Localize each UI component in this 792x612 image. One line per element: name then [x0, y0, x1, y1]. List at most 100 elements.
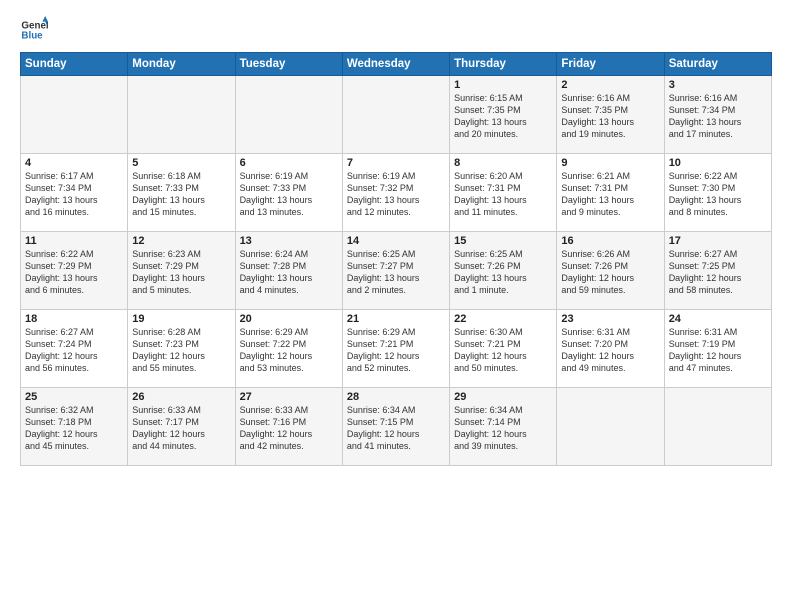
calendar-cell: 8Sunrise: 6:20 AM Sunset: 7:31 PM Daylig… — [450, 154, 557, 232]
day-info: Sunrise: 6:25 AM Sunset: 7:27 PM Dayligh… — [347, 248, 445, 297]
header: General Blue — [20, 16, 772, 44]
calendar-cell: 4Sunrise: 6:17 AM Sunset: 7:34 PM Daylig… — [21, 154, 128, 232]
calendar-cell: 25Sunrise: 6:32 AM Sunset: 7:18 PM Dayli… — [21, 388, 128, 466]
logo-icon: General Blue — [20, 16, 48, 44]
calendar-cell — [664, 388, 771, 466]
calendar-cell: 15Sunrise: 6:25 AM Sunset: 7:26 PM Dayli… — [450, 232, 557, 310]
calendar-cell: 1Sunrise: 6:15 AM Sunset: 7:35 PM Daylig… — [450, 76, 557, 154]
calendar-cell: 12Sunrise: 6:23 AM Sunset: 7:29 PM Dayli… — [128, 232, 235, 310]
calendar-cell: 17Sunrise: 6:27 AM Sunset: 7:25 PM Dayli… — [664, 232, 771, 310]
calendar-cell: 19Sunrise: 6:28 AM Sunset: 7:23 PM Dayli… — [128, 310, 235, 388]
day-number: 15 — [454, 235, 552, 247]
calendar-cell: 13Sunrise: 6:24 AM Sunset: 7:28 PM Dayli… — [235, 232, 342, 310]
day-info: Sunrise: 6:22 AM Sunset: 7:30 PM Dayligh… — [669, 170, 767, 219]
calendar-cell: 16Sunrise: 6:26 AM Sunset: 7:26 PM Dayli… — [557, 232, 664, 310]
calendar-cell: 26Sunrise: 6:33 AM Sunset: 7:17 PM Dayli… — [128, 388, 235, 466]
calendar-cell: 28Sunrise: 6:34 AM Sunset: 7:15 PM Dayli… — [342, 388, 449, 466]
day-info: Sunrise: 6:34 AM Sunset: 7:15 PM Dayligh… — [347, 404, 445, 453]
day-info: Sunrise: 6:26 AM Sunset: 7:26 PM Dayligh… — [561, 248, 659, 297]
day-of-week-header: Thursday — [450, 53, 557, 76]
day-info: Sunrise: 6:22 AM Sunset: 7:29 PM Dayligh… — [25, 248, 123, 297]
day-number: 21 — [347, 313, 445, 325]
calendar-cell: 23Sunrise: 6:31 AM Sunset: 7:20 PM Dayli… — [557, 310, 664, 388]
day-info: Sunrise: 6:34 AM Sunset: 7:14 PM Dayligh… — [454, 404, 552, 453]
calendar-cell: 3Sunrise: 6:16 AM Sunset: 7:34 PM Daylig… — [664, 76, 771, 154]
day-number: 28 — [347, 391, 445, 403]
calendar-cell: 7Sunrise: 6:19 AM Sunset: 7:32 PM Daylig… — [342, 154, 449, 232]
calendar-cell — [21, 76, 128, 154]
day-info: Sunrise: 6:31 AM Sunset: 7:19 PM Dayligh… — [669, 326, 767, 375]
day-number: 16 — [561, 235, 659, 247]
day-number: 25 — [25, 391, 123, 403]
day-number: 26 — [132, 391, 230, 403]
svg-text:Blue: Blue — [21, 30, 43, 41]
day-number: 20 — [240, 313, 338, 325]
calendar-cell: 29Sunrise: 6:34 AM Sunset: 7:14 PM Dayli… — [450, 388, 557, 466]
day-number: 10 — [669, 157, 767, 169]
calendar-week-row: 18Sunrise: 6:27 AM Sunset: 7:24 PM Dayli… — [21, 310, 772, 388]
calendar-cell: 22Sunrise: 6:30 AM Sunset: 7:21 PM Dayli… — [450, 310, 557, 388]
day-number: 2 — [561, 79, 659, 91]
day-number: 24 — [669, 313, 767, 325]
day-info: Sunrise: 6:33 AM Sunset: 7:16 PM Dayligh… — [240, 404, 338, 453]
calendar-cell: 18Sunrise: 6:27 AM Sunset: 7:24 PM Dayli… — [21, 310, 128, 388]
day-number: 9 — [561, 157, 659, 169]
day-info: Sunrise: 6:19 AM Sunset: 7:33 PM Dayligh… — [240, 170, 338, 219]
day-of-week-header: Tuesday — [235, 53, 342, 76]
calendar-cell — [128, 76, 235, 154]
calendar-cell: 24Sunrise: 6:31 AM Sunset: 7:19 PM Dayli… — [664, 310, 771, 388]
day-info: Sunrise: 6:23 AM Sunset: 7:29 PM Dayligh… — [132, 248, 230, 297]
day-info: Sunrise: 6:16 AM Sunset: 7:35 PM Dayligh… — [561, 92, 659, 141]
calendar-table: SundayMondayTuesdayWednesdayThursdayFrid… — [20, 52, 772, 466]
calendar-week-row: 1Sunrise: 6:15 AM Sunset: 7:35 PM Daylig… — [21, 76, 772, 154]
day-info: Sunrise: 6:20 AM Sunset: 7:31 PM Dayligh… — [454, 170, 552, 219]
day-info: Sunrise: 6:24 AM Sunset: 7:28 PM Dayligh… — [240, 248, 338, 297]
header-row: SundayMondayTuesdayWednesdayThursdayFrid… — [21, 53, 772, 76]
calendar-cell — [342, 76, 449, 154]
logo: General Blue — [20, 16, 52, 44]
day-of-week-header: Monday — [128, 53, 235, 76]
day-info: Sunrise: 6:33 AM Sunset: 7:17 PM Dayligh… — [132, 404, 230, 453]
day-info: Sunrise: 6:27 AM Sunset: 7:25 PM Dayligh… — [669, 248, 767, 297]
day-info: Sunrise: 6:28 AM Sunset: 7:23 PM Dayligh… — [132, 326, 230, 375]
calendar-cell: 6Sunrise: 6:19 AM Sunset: 7:33 PM Daylig… — [235, 154, 342, 232]
calendar-cell: 2Sunrise: 6:16 AM Sunset: 7:35 PM Daylig… — [557, 76, 664, 154]
day-info: Sunrise: 6:21 AM Sunset: 7:31 PM Dayligh… — [561, 170, 659, 219]
calendar-week-row: 25Sunrise: 6:32 AM Sunset: 7:18 PM Dayli… — [21, 388, 772, 466]
day-info: Sunrise: 6:29 AM Sunset: 7:21 PM Dayligh… — [347, 326, 445, 375]
day-number: 19 — [132, 313, 230, 325]
day-of-week-header: Wednesday — [342, 53, 449, 76]
day-info: Sunrise: 6:30 AM Sunset: 7:21 PM Dayligh… — [454, 326, 552, 375]
day-info: Sunrise: 6:29 AM Sunset: 7:22 PM Dayligh… — [240, 326, 338, 375]
day-of-week-header: Friday — [557, 53, 664, 76]
day-info: Sunrise: 6:15 AM Sunset: 7:35 PM Dayligh… — [454, 92, 552, 141]
day-info: Sunrise: 6:17 AM Sunset: 7:34 PM Dayligh… — [25, 170, 123, 219]
calendar-body: 1Sunrise: 6:15 AM Sunset: 7:35 PM Daylig… — [21, 76, 772, 466]
day-number: 27 — [240, 391, 338, 403]
day-number: 3 — [669, 79, 767, 91]
day-info: Sunrise: 6:19 AM Sunset: 7:32 PM Dayligh… — [347, 170, 445, 219]
day-number: 22 — [454, 313, 552, 325]
day-of-week-header: Sunday — [21, 53, 128, 76]
day-info: Sunrise: 6:32 AM Sunset: 7:18 PM Dayligh… — [25, 404, 123, 453]
page: General Blue SundayMondayTuesdayWednesda… — [0, 0, 792, 612]
calendar-header: SundayMondayTuesdayWednesdayThursdayFrid… — [21, 53, 772, 76]
day-info: Sunrise: 6:31 AM Sunset: 7:20 PM Dayligh… — [561, 326, 659, 375]
calendar-week-row: 4Sunrise: 6:17 AM Sunset: 7:34 PM Daylig… — [21, 154, 772, 232]
calendar-cell — [235, 76, 342, 154]
day-number: 11 — [25, 235, 123, 247]
day-number: 14 — [347, 235, 445, 247]
day-number: 18 — [25, 313, 123, 325]
calendar-cell — [557, 388, 664, 466]
day-number: 13 — [240, 235, 338, 247]
calendar-cell: 10Sunrise: 6:22 AM Sunset: 7:30 PM Dayli… — [664, 154, 771, 232]
calendar-cell: 14Sunrise: 6:25 AM Sunset: 7:27 PM Dayli… — [342, 232, 449, 310]
day-number: 7 — [347, 157, 445, 169]
calendar-cell: 20Sunrise: 6:29 AM Sunset: 7:22 PM Dayli… — [235, 310, 342, 388]
day-number: 4 — [25, 157, 123, 169]
day-of-week-header: Saturday — [664, 53, 771, 76]
day-number: 6 — [240, 157, 338, 169]
calendar-cell: 21Sunrise: 6:29 AM Sunset: 7:21 PM Dayli… — [342, 310, 449, 388]
day-number: 1 — [454, 79, 552, 91]
day-number: 5 — [132, 157, 230, 169]
